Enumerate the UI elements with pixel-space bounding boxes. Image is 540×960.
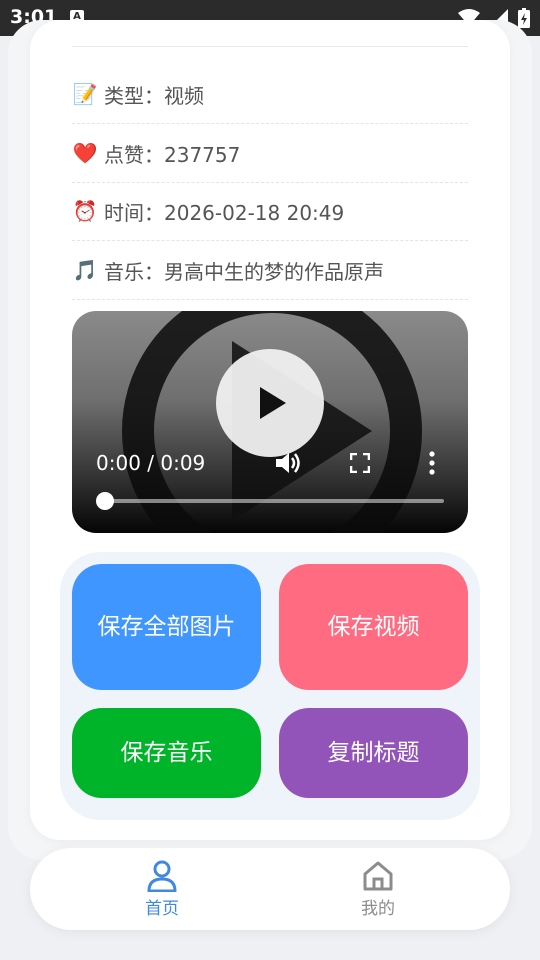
likes-label: 点赞： [104, 142, 164, 167]
divider [72, 46, 468, 47]
type-value: 视频 [164, 83, 204, 108]
save-video-button[interactable]: 保存视频 [279, 564, 468, 690]
video-time: 0:00 / 0:09 [96, 451, 206, 475]
heart-icon: ❤️ [72, 141, 98, 165]
info-row-time: ⏰ 时间：2026-02-18 20:49 [72, 182, 468, 241]
battery-icon [518, 8, 530, 28]
music-note-icon: 🎵 [72, 258, 98, 282]
video-progress-track[interactable] [104, 499, 444, 503]
info-row-music: 🎵 音乐：男高中生的梦的作品原声 [72, 241, 468, 300]
play-button[interactable] [216, 349, 324, 457]
music-value: 男高中生的梦的作品原声 [164, 259, 384, 284]
nav-item-mine[interactable]: 我的 [318, 856, 438, 922]
save-all-images-button[interactable]: 保存全部图片 [72, 564, 261, 690]
play-icon [260, 387, 286, 419]
video-progress-knob[interactable] [96, 492, 114, 510]
more-icon[interactable] [428, 451, 436, 475]
copy-title-button[interactable]: 复制标题 [279, 708, 468, 798]
info-row-likes: ❤️ 点赞：237757 [72, 124, 468, 183]
person-icon [147, 860, 177, 892]
fullscreen-icon[interactable] [350, 453, 370, 473]
time-value: 2026-02-18 20:49 [164, 200, 345, 225]
home-icon [363, 861, 393, 891]
bottom-nav: 首页 我的 [30, 848, 510, 930]
save-music-button[interactable]: 保存音乐 [72, 708, 261, 798]
type-label: 类型： [104, 83, 164, 108]
nav-label-mine: 我的 [361, 899, 395, 919]
likes-value: 237757 [164, 142, 241, 167]
music-label: 音乐： [104, 259, 164, 284]
info-row-type: 📝 类型：视频 [72, 65, 468, 124]
video-player[interactable]: 0:00 / 0:09 [72, 311, 468, 533]
alarm-clock-icon: ⏰ [72, 199, 98, 223]
memo-icon: 📝 [72, 82, 98, 106]
nav-item-home[interactable]: 首页 [102, 856, 222, 922]
nav-label-home: 首页 [145, 899, 179, 919]
time-label: 时间： [104, 200, 164, 225]
volume-icon[interactable] [276, 451, 302, 475]
